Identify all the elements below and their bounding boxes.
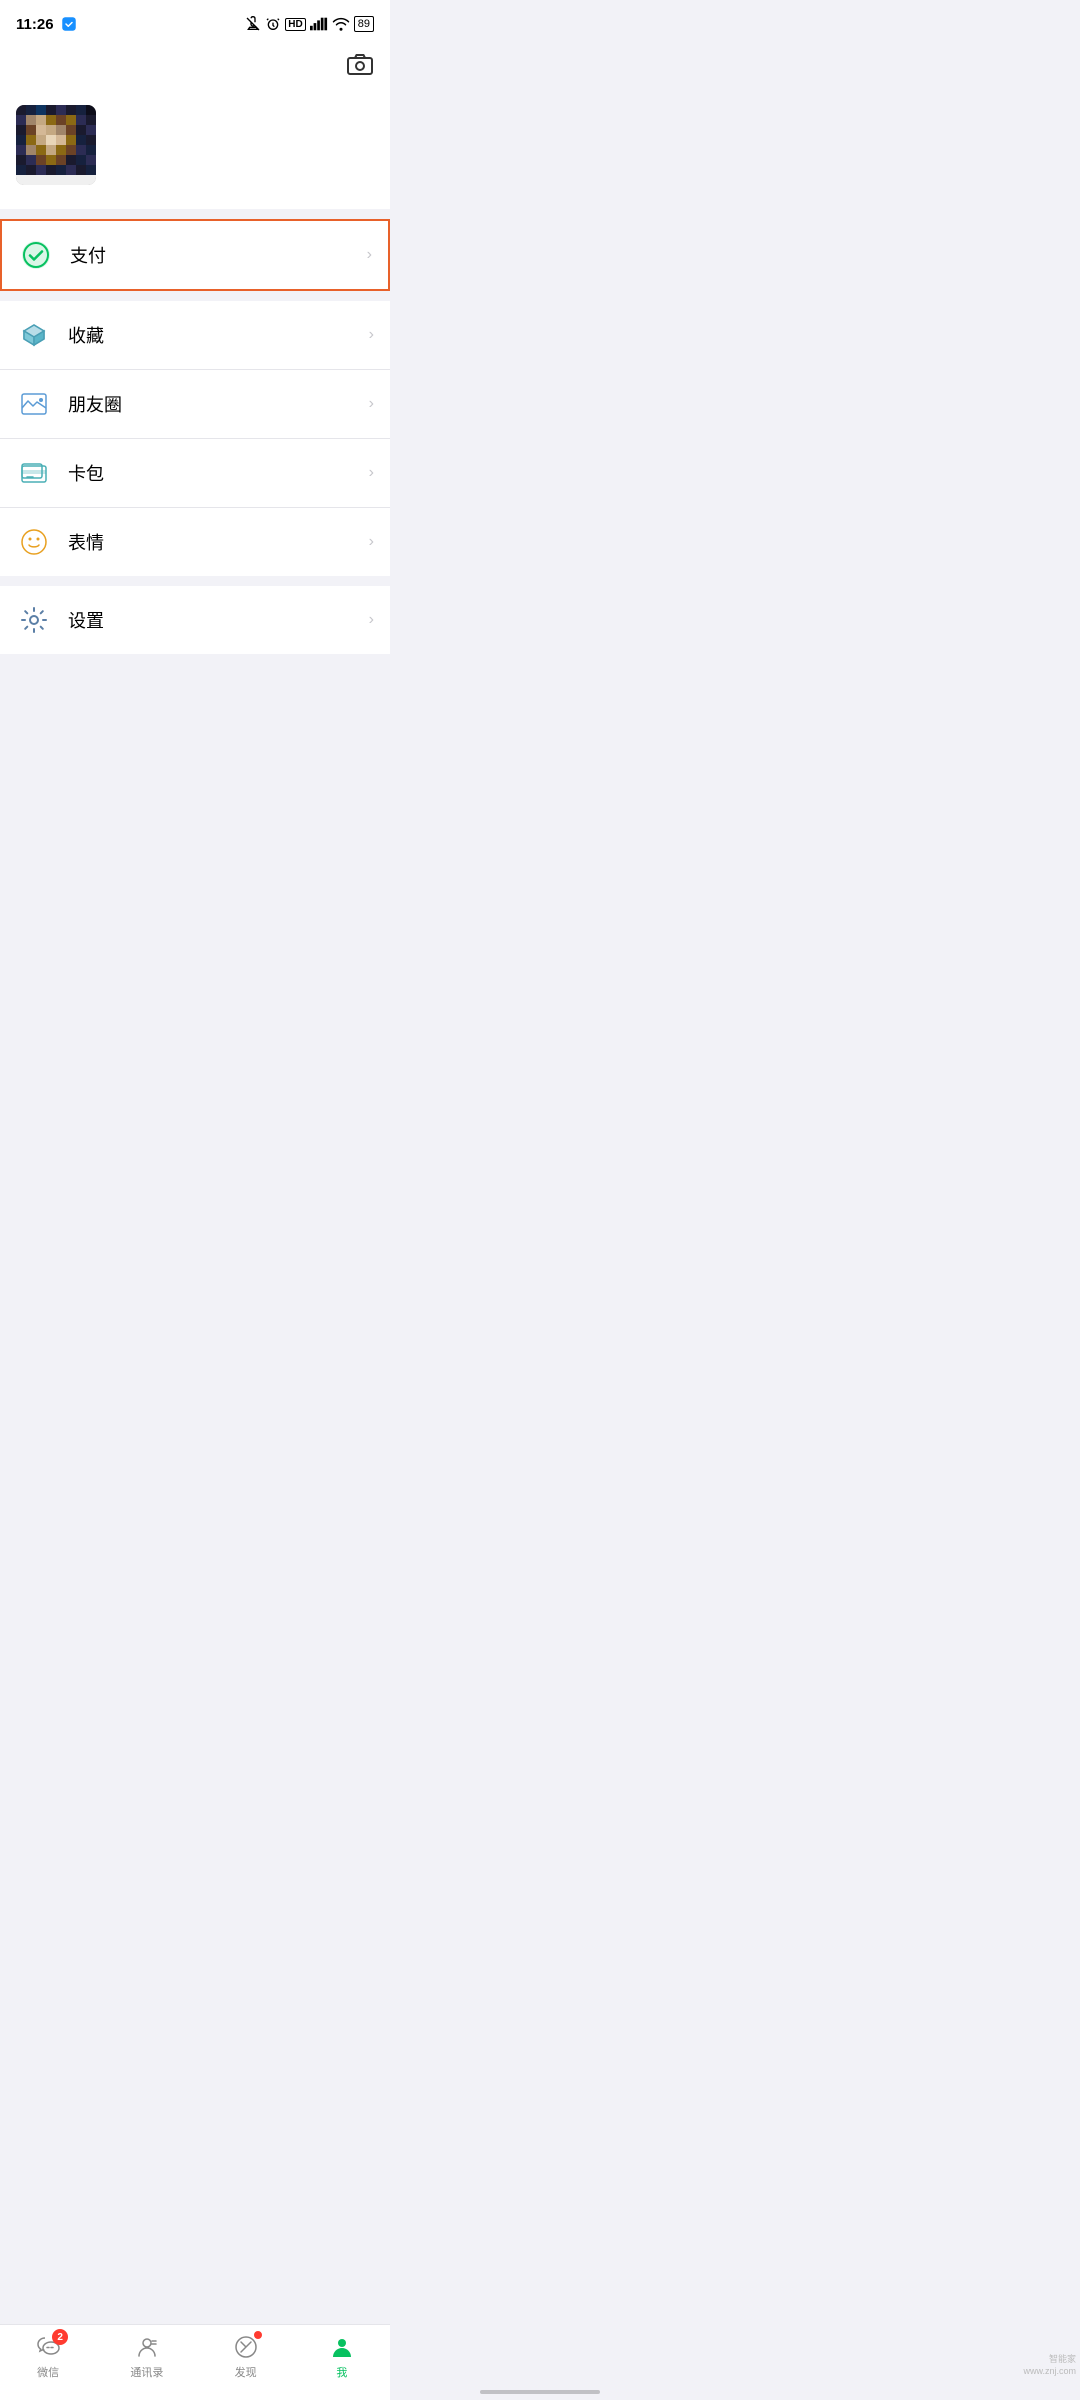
me-nav-icon bbox=[328, 2333, 356, 2361]
header-area bbox=[0, 44, 390, 93]
discover-badge bbox=[254, 2331, 262, 2339]
stickers-menu-item[interactable]: 表情 › bbox=[0, 507, 390, 576]
nav-wechat[interactable]: 2 微信 bbox=[34, 2333, 62, 2380]
contacts-nav-label: 通讯录 bbox=[130, 2364, 163, 2380]
moments-label: 朋友圈 bbox=[68, 391, 369, 417]
watermark: 智能家 www.znj.com bbox=[1023, 2353, 1076, 2378]
battery-display: 89 bbox=[354, 16, 374, 32]
cards-menu-item[interactable]: 卡包 › bbox=[0, 438, 390, 507]
signal-icon bbox=[310, 17, 328, 31]
settings-menu-item[interactable]: 设置 › bbox=[0, 586, 390, 654]
stickers-icon bbox=[16, 524, 52, 560]
discover-nav-label: 发现 bbox=[235, 2364, 257, 2380]
favorites-chevron: › bbox=[369, 326, 374, 344]
favorites-menu-item[interactable]: 收藏 › bbox=[0, 301, 390, 369]
hd-badge: HD bbox=[285, 18, 305, 31]
nav-contacts[interactable]: 通讯录 bbox=[130, 2333, 163, 2380]
gray-area bbox=[0, 654, 390, 954]
settings-icon bbox=[16, 602, 52, 638]
camera-icon bbox=[346, 52, 374, 76]
gap-2 bbox=[0, 576, 390, 586]
payment-chevron: › bbox=[367, 246, 372, 264]
gap-1 bbox=[0, 291, 390, 301]
payment-menu-item[interactable]: 支付 › bbox=[2, 221, 388, 289]
nav-me[interactable]: 我 bbox=[328, 2333, 356, 2380]
alarm-icon bbox=[265, 16, 281, 32]
section-separator bbox=[0, 209, 390, 219]
cards-icon bbox=[16, 455, 52, 491]
profile-section bbox=[0, 93, 390, 209]
moments-chevron: › bbox=[369, 395, 374, 413]
status-time: 11:26 bbox=[16, 16, 54, 33]
main-menu-section: 收藏 › 朋友圈 › bbox=[0, 301, 390, 576]
me-nav-label: 我 bbox=[336, 2364, 347, 2380]
cards-label: 卡包 bbox=[68, 460, 369, 486]
camera-button[interactable] bbox=[346, 52, 374, 81]
favorites-icon bbox=[16, 317, 52, 353]
settings-label: 设置 bbox=[68, 607, 369, 633]
contacts-nav-icon bbox=[133, 2333, 161, 2361]
cards-chevron: › bbox=[369, 464, 374, 482]
settings-chevron: › bbox=[369, 611, 374, 629]
notification-icon bbox=[60, 15, 78, 33]
settings-section: 设置 › bbox=[0, 586, 390, 654]
mute-icon bbox=[245, 16, 261, 32]
wechat-nav-label: 微信 bbox=[37, 2364, 59, 2380]
status-icons: HD 89 bbox=[245, 16, 374, 32]
payment-label: 支付 bbox=[70, 242, 367, 268]
moments-icon bbox=[16, 386, 52, 422]
home-indicator bbox=[480, 2390, 600, 2394]
stickers-label: 表情 bbox=[68, 529, 369, 555]
avatar[interactable] bbox=[16, 105, 96, 185]
nav-discover[interactable]: 发现 bbox=[232, 2333, 260, 2380]
wechat-badge: 2 bbox=[52, 2329, 68, 2345]
payment-section: 支付 › bbox=[0, 219, 390, 291]
status-bar: 11:26 HD bbox=[0, 0, 390, 44]
wifi-icon bbox=[332, 17, 350, 31]
payment-icon bbox=[18, 237, 54, 273]
favorites-label: 收藏 bbox=[68, 322, 369, 348]
moments-menu-item[interactable]: 朋友圈 › bbox=[0, 369, 390, 438]
discover-nav-icon bbox=[232, 2333, 260, 2361]
wechat-nav-icon: 2 bbox=[34, 2333, 62, 2361]
bottom-nav: 2 微信 通讯录 发现 bbox=[0, 2324, 390, 2400]
stickers-chevron: › bbox=[369, 533, 374, 551]
